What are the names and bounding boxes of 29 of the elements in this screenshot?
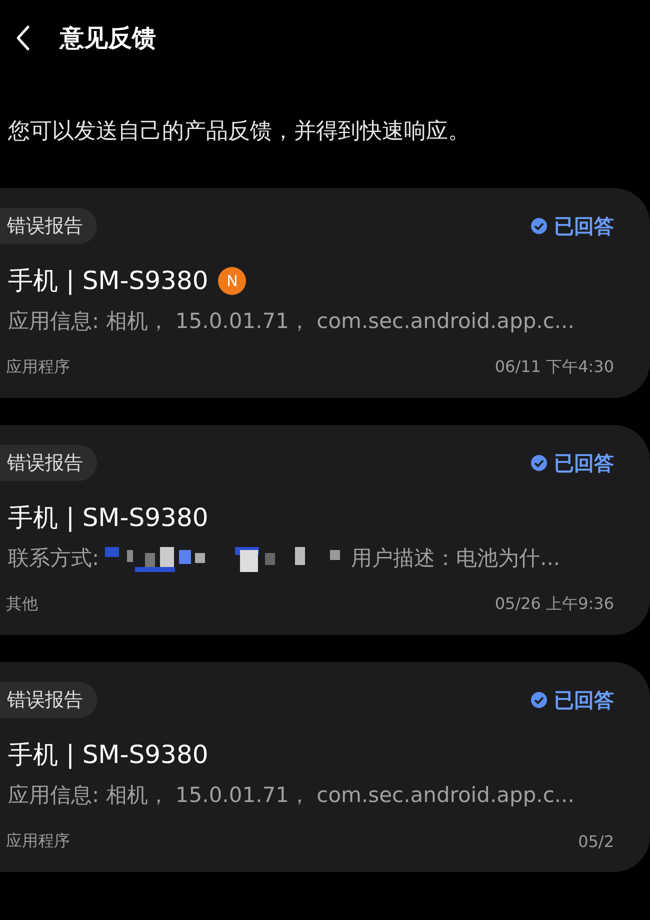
device-title: 手机 | SM-S9380 [8,739,208,771]
timestamp: 05/26 上午9:36 [494,594,614,615]
category-tag: 错误报告 [0,682,97,718]
feedback-card[interactable]: 错误报告 已回答 手机 | SM-S9380 N 应用信息: 相机， 15.0.01.71， com.sec.android.app.c... 应用程序 06/11 下午4:30 [0,188,650,398]
page-title: 意见反馈 [60,23,156,54]
check-icon [530,691,548,709]
detail-text: 联系方式: [8,545,100,572]
check-icon [530,454,548,472]
device-title: 手机 | SM-S9380 [8,502,208,534]
back-icon[interactable] [16,25,30,51]
timestamp: 06/11 下午4:30 [494,357,614,378]
new-badge: N [218,266,246,294]
feedback-card[interactable]: 错误报告 已回答 手机 | SM-S9380 应用信息: 相机， 15.0.01.71， com.sec.android.app.c... 应用程序 05/2 [0,662,650,872]
intro-text: 您可以发送自己的产品反馈，并得到快速响应。 [8,118,471,146]
check-icon [530,217,548,235]
status-label: 已回答 [530,686,614,714]
category-tag: 错误报告 [0,445,97,481]
detail-text: 应用信息: 相机， 15.0.01.71， com.sec.android.app.c... [8,308,574,335]
timestamp: 05/2 [578,832,614,851]
detail-text: 应用信息: 相机， 15.0.01.71， com.sec.android.app.c... [8,782,574,809]
category-label: 应用程序 [6,357,70,378]
category-label: 应用程序 [6,831,70,852]
feedback-card[interactable]: 错误报告 已回答 手机 | SM-S9380 联系方式: 用户描述：电池为什... 其他 05/26 上午9:36 [0,425,650,635]
category-label: 其他 [6,594,38,615]
category-tag: 错误报告 [0,208,97,244]
status-label: 已回答 [530,450,614,476]
status-label: 已回答 [530,212,614,240]
detail-text: 用户描述：电池为什... [351,545,560,572]
device-title: 手机 | SM-S9380 [8,265,208,297]
